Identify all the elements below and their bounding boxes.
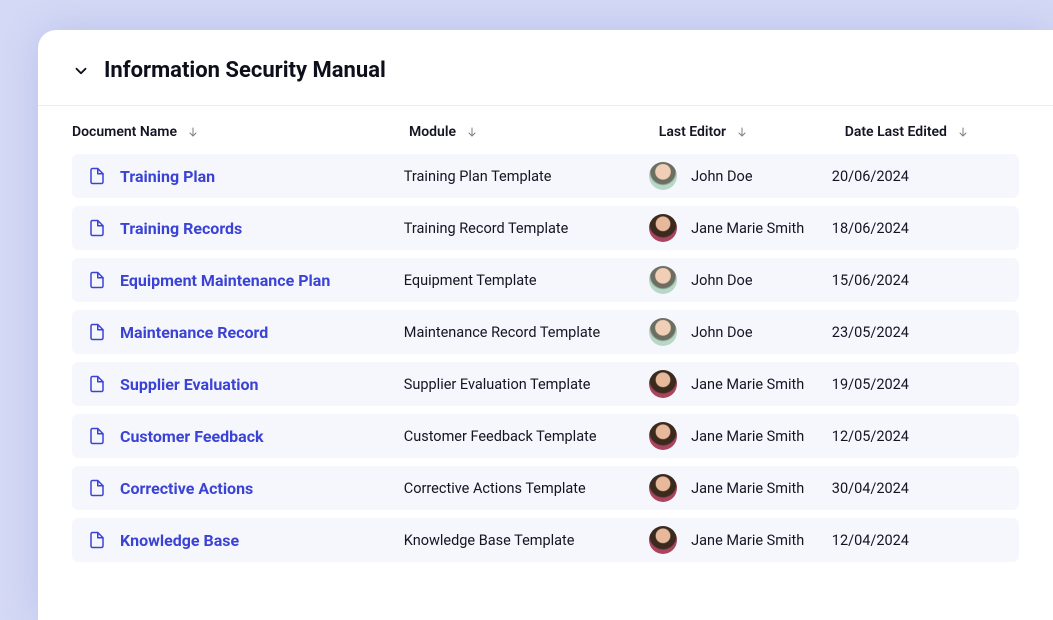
table-row[interactable]: Corrective Actions Corrective Actions Tem… xyxy=(72,466,1019,510)
column-headers: Document Name Module Last Editor Date La… xyxy=(38,106,1053,154)
cell-name: Customer Feedback xyxy=(88,427,404,446)
avatar xyxy=(649,266,677,294)
cell-date: 19/05/2024 xyxy=(832,376,1003,393)
editor-name: John Doe xyxy=(691,324,752,341)
cell-date: 18/06/2024 xyxy=(832,220,1003,237)
cell-editor: John Doe xyxy=(649,266,832,294)
section-header: Information Security Manual xyxy=(38,30,1053,106)
document-link[interactable]: Knowledge Base xyxy=(120,531,239,550)
editor-name: Jane Marie Smith xyxy=(691,376,804,393)
cell-module: Supplier Evaluation Template xyxy=(404,376,649,393)
avatar xyxy=(649,474,677,502)
avatar xyxy=(649,318,677,346)
document-link[interactable]: Training Plan xyxy=(120,167,215,186)
cell-module: Corrective Actions Template xyxy=(404,480,649,497)
editor-name: Jane Marie Smith xyxy=(691,532,804,549)
table-row[interactable]: Training Plan Training Plan Template John … xyxy=(72,154,1019,198)
editor-name: Jane Marie Smith xyxy=(691,220,804,237)
sort-arrow-icon xyxy=(187,126,199,138)
cell-editor: Jane Marie Smith xyxy=(649,214,832,242)
avatar xyxy=(649,422,677,450)
column-header-name[interactable]: Document Name xyxy=(72,124,409,140)
table-row[interactable]: Supplier Evaluation Supplier Evaluation T… xyxy=(72,362,1019,406)
table-row[interactable]: Maintenance Record Maintenance Record Tem… xyxy=(72,310,1019,354)
cell-editor: John Doe xyxy=(649,162,832,190)
column-header-editor[interactable]: Last Editor xyxy=(659,124,845,140)
document-icon xyxy=(88,323,106,341)
cell-date: 12/05/2024 xyxy=(832,428,1003,445)
cell-name: Corrective Actions xyxy=(88,479,404,498)
column-header-label: Module xyxy=(409,124,456,140)
sort-arrow-icon xyxy=(957,126,969,138)
column-header-label: Last Editor xyxy=(659,124,726,140)
document-link[interactable]: Maintenance Record xyxy=(120,323,268,342)
editor-name: Jane Marie Smith xyxy=(691,480,804,497)
cell-date: 12/04/2024 xyxy=(832,532,1003,549)
cell-name: Knowledge Base xyxy=(88,531,404,550)
cell-editor: Jane Marie Smith xyxy=(649,526,832,554)
document-icon xyxy=(88,479,106,497)
cell-module: Training Plan Template xyxy=(404,168,649,185)
cell-editor: Jane Marie Smith xyxy=(649,422,832,450)
editor-name: Jane Marie Smith xyxy=(691,428,804,445)
cell-editor: Jane Marie Smith xyxy=(649,474,832,502)
cell-editor: John Doe xyxy=(649,318,832,346)
document-icon xyxy=(88,427,106,445)
cell-module: Maintenance Record Template xyxy=(404,324,649,341)
document-icon xyxy=(88,167,106,185)
table-row[interactable]: Knowledge Base Knowledge Base Template Jan… xyxy=(72,518,1019,562)
column-header-date[interactable]: Date Last Edited xyxy=(845,124,1019,140)
column-header-label: Date Last Edited xyxy=(845,124,947,140)
cell-module: Training Record Template xyxy=(404,220,649,237)
cell-name: Supplier Evaluation xyxy=(88,375,404,394)
document-link[interactable]: Equipment Maintenance Plan xyxy=(120,271,330,290)
table-row[interactable]: Training Records Training Record Template… xyxy=(72,206,1019,250)
cell-module: Customer Feedback Template xyxy=(404,428,649,445)
cell-name: Maintenance Record xyxy=(88,323,404,342)
avatar xyxy=(649,162,677,190)
document-icon xyxy=(88,271,106,289)
avatar xyxy=(649,526,677,554)
cell-date: 20/06/2024 xyxy=(832,168,1003,185)
avatar xyxy=(649,370,677,398)
cell-date: 15/06/2024 xyxy=(832,272,1003,289)
cell-date: 30/04/2024 xyxy=(832,480,1003,497)
sort-arrow-icon xyxy=(466,126,478,138)
document-icon xyxy=(88,531,106,549)
document-icon xyxy=(88,375,106,393)
cell-editor: Jane Marie Smith xyxy=(649,370,832,398)
column-header-label: Document Name xyxy=(72,124,177,140)
document-link[interactable]: Corrective Actions xyxy=(120,479,253,498)
avatar xyxy=(649,214,677,242)
section-title: Information Security Manual xyxy=(104,58,386,83)
cell-module: Equipment Template xyxy=(404,272,649,289)
table-row[interactable]: Customer Feedback Customer Feedback Templ… xyxy=(72,414,1019,458)
editor-name: John Doe xyxy=(691,272,752,289)
sort-arrow-icon xyxy=(736,126,748,138)
document-icon xyxy=(88,219,106,237)
document-link[interactable]: Customer Feedback xyxy=(120,427,264,446)
cell-name: Training Records xyxy=(88,219,404,238)
column-header-module[interactable]: Module xyxy=(409,124,659,140)
editor-name: John Doe xyxy=(691,168,752,185)
chevron-down-icon[interactable] xyxy=(72,62,90,80)
document-panel: Information Security Manual Document Nam… xyxy=(38,30,1053,620)
cell-date: 23/05/2024 xyxy=(832,324,1003,341)
cell-name: Training Plan xyxy=(88,167,404,186)
cell-module: Knowledge Base Template xyxy=(404,532,649,549)
document-rows: Training Plan Training Plan Template John … xyxy=(38,154,1053,562)
cell-name: Equipment Maintenance Plan xyxy=(88,271,404,290)
table-row[interactable]: Equipment Maintenance Plan Equipment Temp… xyxy=(72,258,1019,302)
document-link[interactable]: Supplier Evaluation xyxy=(120,375,259,394)
document-link[interactable]: Training Records xyxy=(120,219,242,238)
